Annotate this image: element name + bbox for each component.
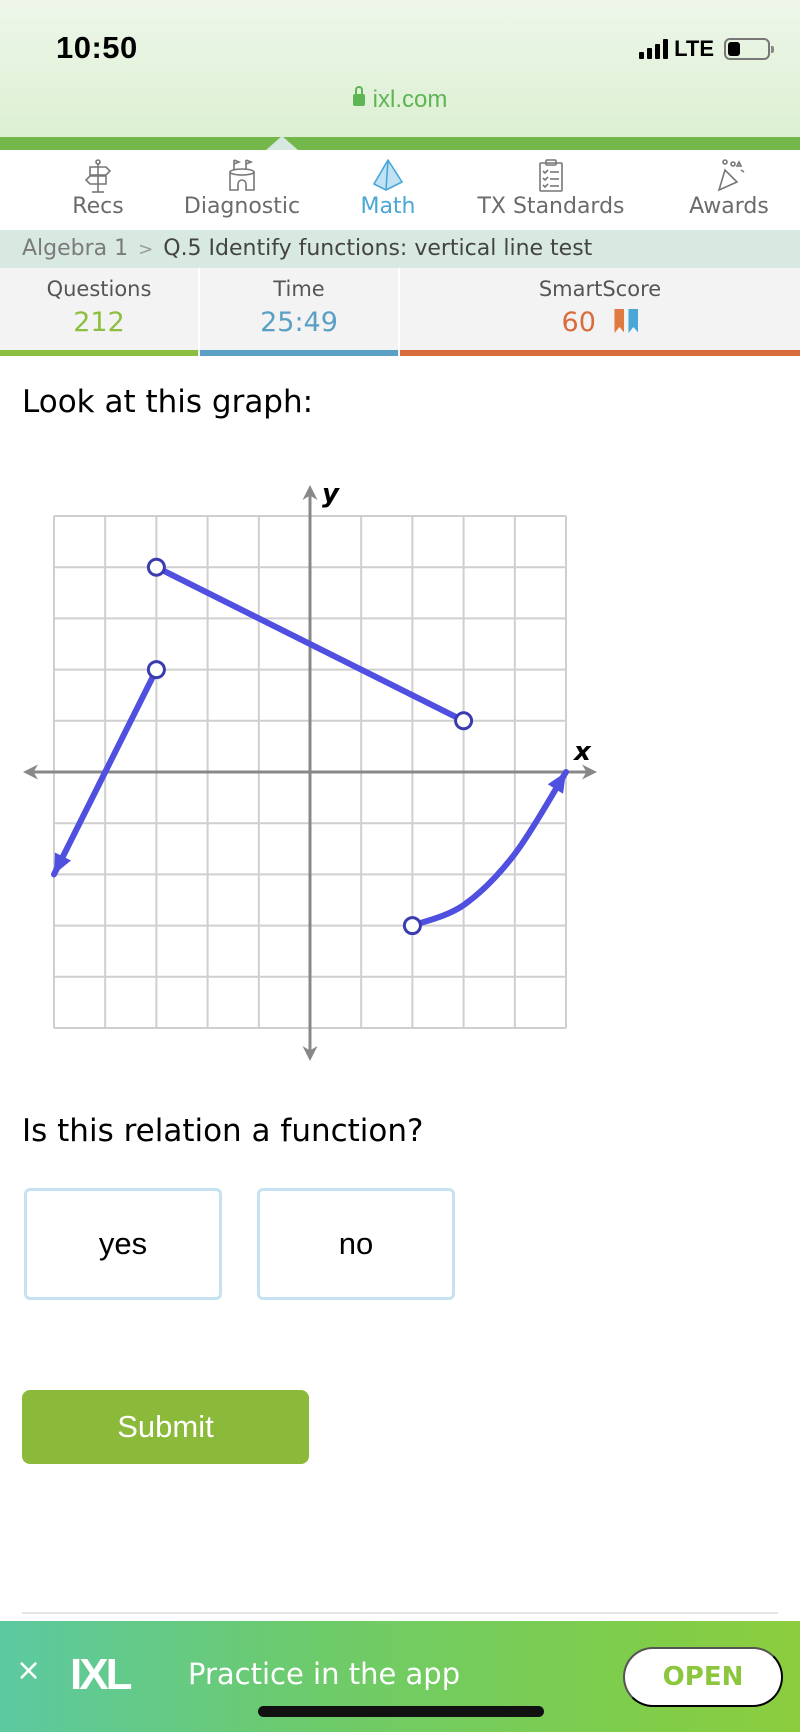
party-popper-icon bbox=[717, 159, 745, 192]
castle-icon bbox=[229, 159, 255, 191]
problem-prompt: Look at this graph: bbox=[22, 384, 314, 420]
choice-no-button[interactable]: no bbox=[257, 1188, 455, 1300]
nav-label: Diagnostic bbox=[183, 194, 301, 219]
nav-label: Awards bbox=[689, 194, 769, 219]
open-endpoint bbox=[146, 557, 166, 577]
subject-nav: Recs Diagnostic Math TX Standards Awards bbox=[0, 150, 800, 230]
axes bbox=[23, 485, 597, 1061]
clipboard-icon bbox=[539, 159, 563, 192]
x-axis-label: x bbox=[572, 737, 592, 767]
nav-item-awards[interactable]: Awards bbox=[684, 150, 774, 219]
network-type: LTE bbox=[674, 36, 714, 61]
ixl-logo: IXL bbox=[70, 1650, 132, 1699]
series-curve-c bbox=[402, 769, 569, 936]
active-tab-notch bbox=[266, 136, 298, 150]
questions-label: Questions bbox=[46, 277, 152, 301]
nav-item-math[interactable]: Math bbox=[350, 150, 426, 219]
stat-questions: Questions 212 bbox=[0, 268, 198, 356]
time-value: 25:49 bbox=[260, 307, 338, 338]
banner-text: Practice in the app bbox=[188, 1657, 461, 1691]
smartscore-label: SmartScore bbox=[538, 277, 662, 301]
url-text: ixl.com bbox=[372, 86, 448, 113]
stat-smartscore: SmartScore 60 bbox=[400, 268, 800, 356]
open-endpoint bbox=[454, 711, 474, 731]
address-bar[interactable]: ixl.com bbox=[0, 86, 800, 114]
question-text: Is this relation a function? bbox=[22, 1113, 424, 1149]
smartscore-value: 60 bbox=[561, 307, 596, 338]
bookmark-orange-icon bbox=[614, 309, 625, 333]
signpost-icon bbox=[84, 159, 112, 193]
stat-time: Time 25:49 bbox=[200, 268, 398, 356]
home-indicator bbox=[258, 1706, 544, 1717]
clock: 10:50 bbox=[56, 30, 138, 65]
stats-panel: Questions 212 Time 25:49 SmartScore 60 bbox=[0, 268, 800, 356]
battery-icon bbox=[724, 38, 774, 60]
series-ray-b bbox=[51, 660, 166, 878]
series-line bbox=[409, 769, 569, 929]
pyramid-icon bbox=[373, 159, 403, 191]
smartscore-bar bbox=[400, 350, 800, 356]
nav-label: Math bbox=[360, 194, 416, 219]
nav-item-tx-standards[interactable]: TX Standards bbox=[470, 150, 632, 219]
header-green-bar bbox=[0, 136, 800, 150]
status-bar: 10:50 LTE ixl.com bbox=[0, 0, 800, 137]
breadcrumb: Algebra 1 > Q.5 Identify functions: vertic… bbox=[0, 230, 800, 268]
open-endpoint bbox=[402, 916, 422, 936]
open-endpoint bbox=[146, 660, 166, 680]
breadcrumb-parent[interactable]: Algebra 1 bbox=[22, 236, 128, 261]
submit-button[interactable]: Submit bbox=[22, 1390, 309, 1464]
bookmark-blue-icon bbox=[628, 309, 639, 333]
close-icon[interactable]: × bbox=[16, 1653, 41, 1688]
choice-yes-button[interactable]: yes bbox=[24, 1188, 222, 1300]
questions-bar bbox=[0, 350, 198, 356]
coordinate-graph: x y bbox=[23, 479, 597, 1061]
signal-icon bbox=[639, 39, 669, 59]
nav-label: Recs bbox=[72, 194, 124, 219]
lock-icon bbox=[352, 86, 365, 106]
y-axis-label: y bbox=[322, 479, 340, 509]
status-indicators: LTE bbox=[639, 36, 774, 62]
chevron-right-icon: > bbox=[138, 239, 154, 260]
breadcrumb-current: Q.5 Identify functions: vertical line te… bbox=[163, 236, 593, 261]
nav-label: TX Standards bbox=[477, 194, 625, 219]
nav-item-diagnostic[interactable]: Diagnostic bbox=[178, 150, 306, 219]
time-label: Time bbox=[273, 277, 325, 301]
open-app-button[interactable]: OPEN bbox=[623, 1647, 783, 1707]
questions-value: 212 bbox=[73, 307, 125, 338]
time-bar bbox=[200, 350, 398, 356]
nav-item-recs[interactable]: Recs bbox=[58, 150, 138, 219]
divider bbox=[22, 1612, 778, 1614]
